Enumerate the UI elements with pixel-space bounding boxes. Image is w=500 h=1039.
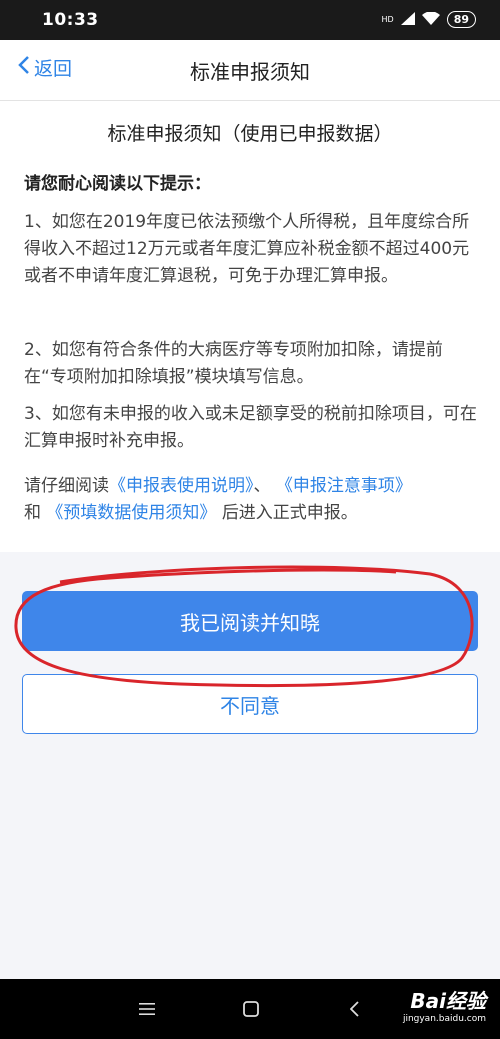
doc-title: 标准申报须知（使用已申报数据）	[107, 123, 393, 145]
footer-suffix: 后进入正式申报。	[221, 503, 358, 523]
system-nav-bar: Bai经验 jingyan.baidu.com	[0, 979, 500, 1039]
status-icons: HD 89	[381, 10, 476, 29]
link-prefill-notice[interactable]: 《预填数据使用须知》	[46, 503, 216, 523]
network-type: HD	[381, 14, 394, 24]
status-time: 10:33	[42, 10, 99, 30]
link-filing-notes[interactable]: 《申报注意事项》	[276, 476, 412, 496]
wifi-icon	[421, 10, 440, 29]
prompt-text: 请您耐心阅读以下提示：	[24, 174, 211, 194]
notice-content: 标准申报须知（使用已申报数据） 请您耐心阅读以下提示： 1、如您在2019年度已…	[0, 101, 500, 552]
battery-icon: 89	[446, 11, 476, 28]
footer-prefix: 请仔细阅读	[24, 476, 109, 496]
notice-item-1: 1、如您在2019年度已依法预缴个人所得税，且年度综合所得收入不超过12万元或者…	[24, 212, 470, 286]
home-icon[interactable]	[236, 997, 266, 1021]
status-bar: 10:33 HD 89	[0, 0, 500, 40]
notice-item-3: 3、如您有未申报的收入或未足额享受的税前扣除项目，可在汇算申报时补充申报。	[24, 404, 477, 451]
footer-and: 和	[24, 503, 41, 523]
footer-sep: 、	[253, 476, 271, 496]
watermark-brand: Bai经验	[410, 989, 486, 1013]
page-title: 标准申报须知	[190, 60, 310, 84]
menu-icon[interactable]	[132, 997, 162, 1021]
reading-footer: 请仔细阅读《申报表使用说明》、 《申报注意事项》 和 《预填数据使用须知》 后进…	[24, 473, 479, 527]
link-form-instructions[interactable]: 《申报表使用说明》	[109, 476, 254, 496]
watermark-url: jingyan.baidu.com	[402, 1014, 486, 1024]
signal-icon	[400, 10, 415, 29]
disagree-button[interactable]: 不同意	[22, 674, 478, 734]
back-triangle-icon[interactable]	[340, 997, 370, 1021]
agree-button[interactable]: 我已阅读并知晓	[22, 591, 478, 651]
notice-item-2: 2、如您有符合条件的大病医疗等专项附加扣除，请提前在“专项附加扣除填报”模块填写…	[24, 340, 443, 387]
baidu-jingyan-watermark: Bai经验 jingyan.baidu.com	[403, 985, 486, 1024]
nav-bar: 返回 标准申报须知	[0, 40, 500, 101]
